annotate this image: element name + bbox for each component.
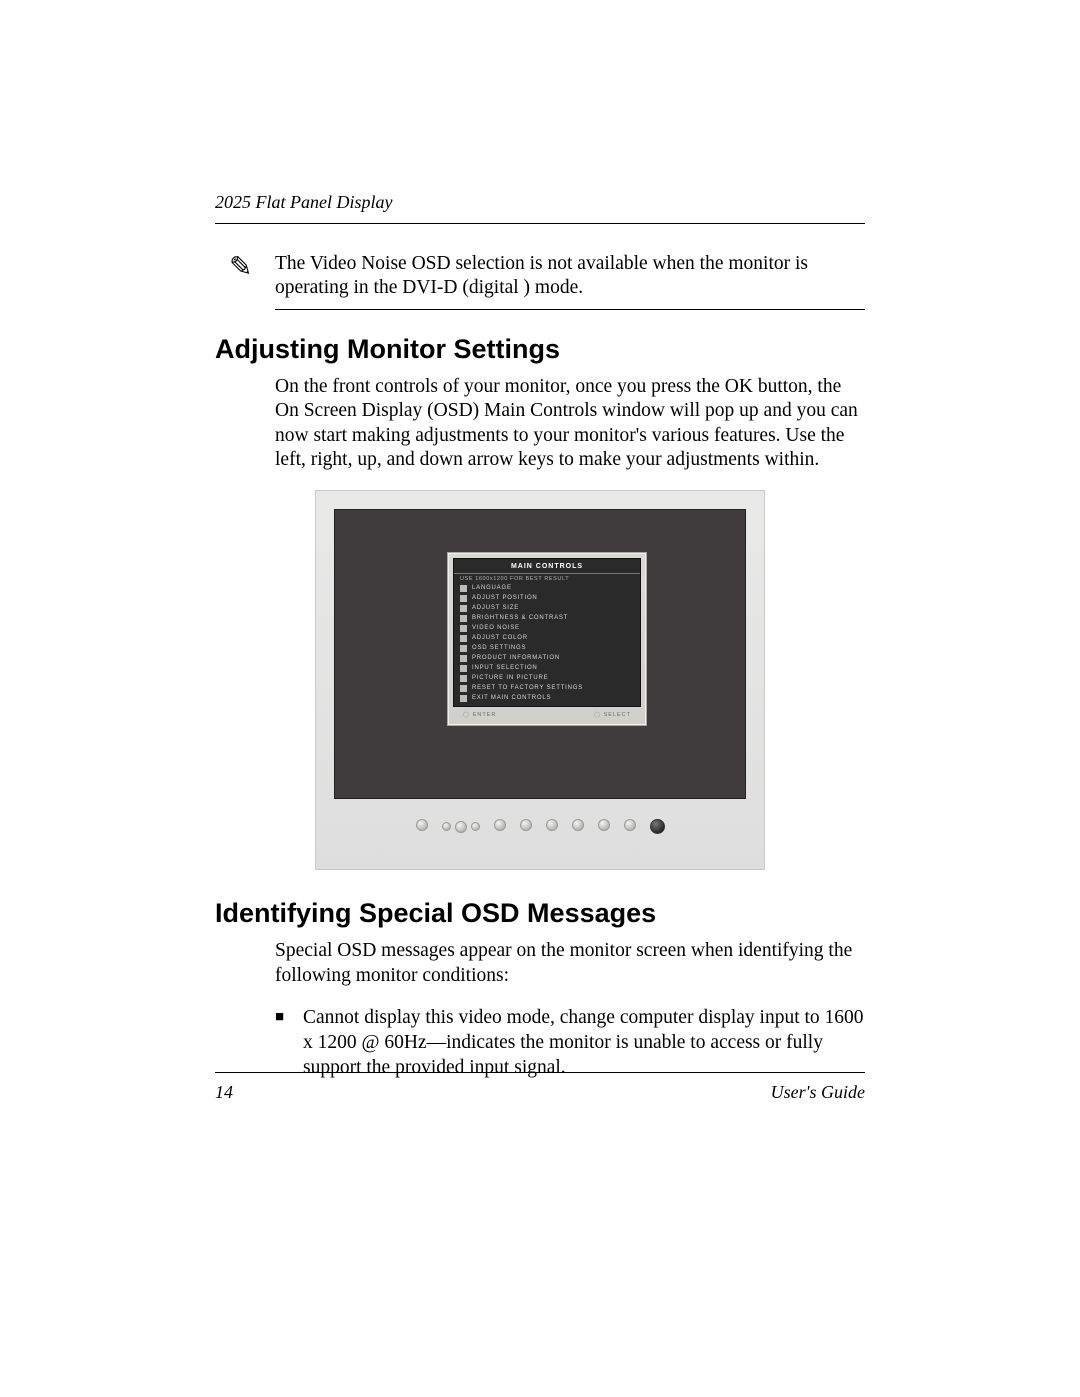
footer: 14 User's Guide [215,1082,865,1103]
monitor-button [546,819,558,831]
osd-item: PRODUCT INFORMATION [454,653,640,663]
osd-item: OSD SETTINGS [454,643,640,653]
monitor-button [572,819,584,831]
monitor-figure: MAIN CONTROLS USE 1600x1200 FOR BEST RES… [315,490,765,870]
body-identifying: Special OSD messages appear on the monit… [275,939,865,988]
osd-title: MAIN CONTROLS [454,559,640,574]
monitor-button [624,819,636,831]
osd-button-row: ENTER SELECT [453,707,641,720]
running-head: 2025 Flat Panel Display [215,192,865,213]
monitor-button [520,819,532,831]
osd-subtitle: USE 1600x1200 FOR BEST RESULT [454,574,640,583]
osd-item: LANGUAGE [454,583,640,593]
bullet-item: Cannot display this video mode, change c… [275,1006,865,1081]
osd-item: PICTURE IN PICTURE [454,673,640,683]
osd-panel: MAIN CONTROLS USE 1600x1200 FOR BEST RES… [447,552,647,726]
monitor-button-row [334,799,746,834]
osd-select-label: SELECT [594,712,631,718]
monitor-button [442,822,451,831]
guide-label: User's Guide [771,1082,865,1103]
heading-adjusting: Adjusting Monitor Settings [215,334,865,365]
footer-rule [215,1072,865,1073]
heading-identifying: Identifying Special OSD Messages [215,898,865,929]
osd-item: VIDEO NOISE [454,623,640,633]
osd-item: INPUT SELECTION [454,663,640,673]
monitor-button [471,822,480,831]
pencil-note-icon: ✎ [229,254,252,282]
osd-item: ADJUST POSITION [454,593,640,603]
note-block: ✎ The Video Noise OSD selection is not a… [275,252,865,310]
osd-item: RESET TO FACTORY SETTINGS [454,683,640,693]
monitor-button [598,819,610,831]
monitor-power-button [650,819,665,834]
osd-item: ADJUST SIZE [454,603,640,613]
osd-item: ADJUST COLOR [454,633,640,643]
monitor-button [416,819,428,831]
note-text: The Video Noise OSD selection is not ava… [275,252,865,301]
osd-item: BRIGHTNESS & CONTRAST [454,613,640,623]
monitor-button [455,821,467,833]
monitor-button [494,819,506,831]
osd-item: EXIT MAIN CONTROLS [454,693,640,706]
monitor-screen: MAIN CONTROLS USE 1600x1200 FOR BEST RES… [334,509,746,799]
osd-enter-label: ENTER [463,712,496,718]
body-adjusting: On the front controls of your monitor, o… [275,375,865,473]
top-rule [215,223,865,224]
page-number: 14 [215,1082,233,1103]
